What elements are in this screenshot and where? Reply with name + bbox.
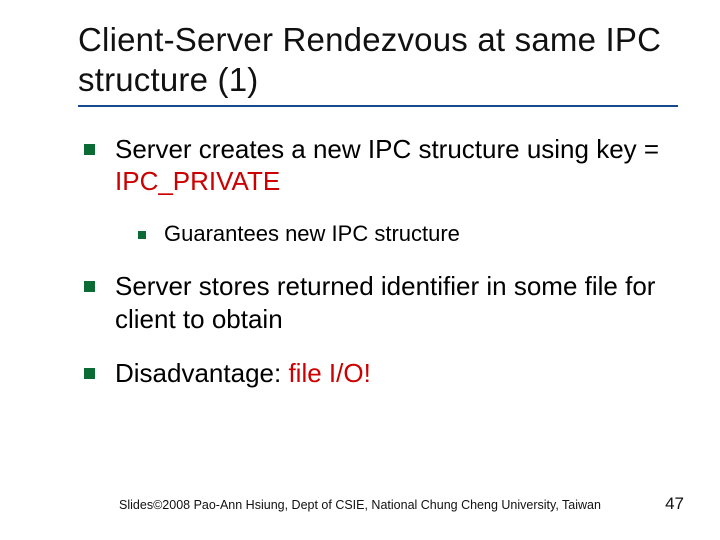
bullet-text: Disadvantage: file I/O! — [115, 357, 371, 390]
title-underline — [78, 105, 678, 107]
text-segment: Server creates a new IPC structure using… — [115, 134, 659, 164]
bullet-text: Server stores returned identifier in som… — [115, 270, 672, 335]
bullet-item: Server creates a new IPC structure using… — [78, 133, 672, 198]
page-number: 47 — [665, 494, 684, 514]
text-highlight: IPC_PRIVATE — [115, 166, 280, 196]
bullet-item: Disadvantage: file I/O! — [78, 357, 672, 390]
square-bullet-icon — [84, 281, 95, 292]
slide: Client-Server Rendezvous at same IPC str… — [0, 0, 720, 540]
text-highlight: file I/O! — [288, 358, 370, 388]
sub-bullet-item: Guarantees new IPC structure — [78, 220, 672, 249]
sub-bullet-text: Guarantees new IPC structure — [164, 220, 460, 249]
text-segment: Disadvantage: — [115, 358, 288, 388]
square-bullet-icon — [84, 368, 95, 379]
slide-title: Client-Server Rendezvous at same IPC str… — [78, 20, 672, 101]
bullet-text: Server creates a new IPC structure using… — [115, 133, 672, 198]
slide-footer: Slides©2008 Pao-Ann Hsiung, Dept of CSIE… — [0, 498, 720, 512]
square-bullet-icon — [138, 231, 146, 239]
square-bullet-icon — [84, 144, 95, 155]
bullet-item: Server stores returned identifier in som… — [78, 270, 672, 335]
